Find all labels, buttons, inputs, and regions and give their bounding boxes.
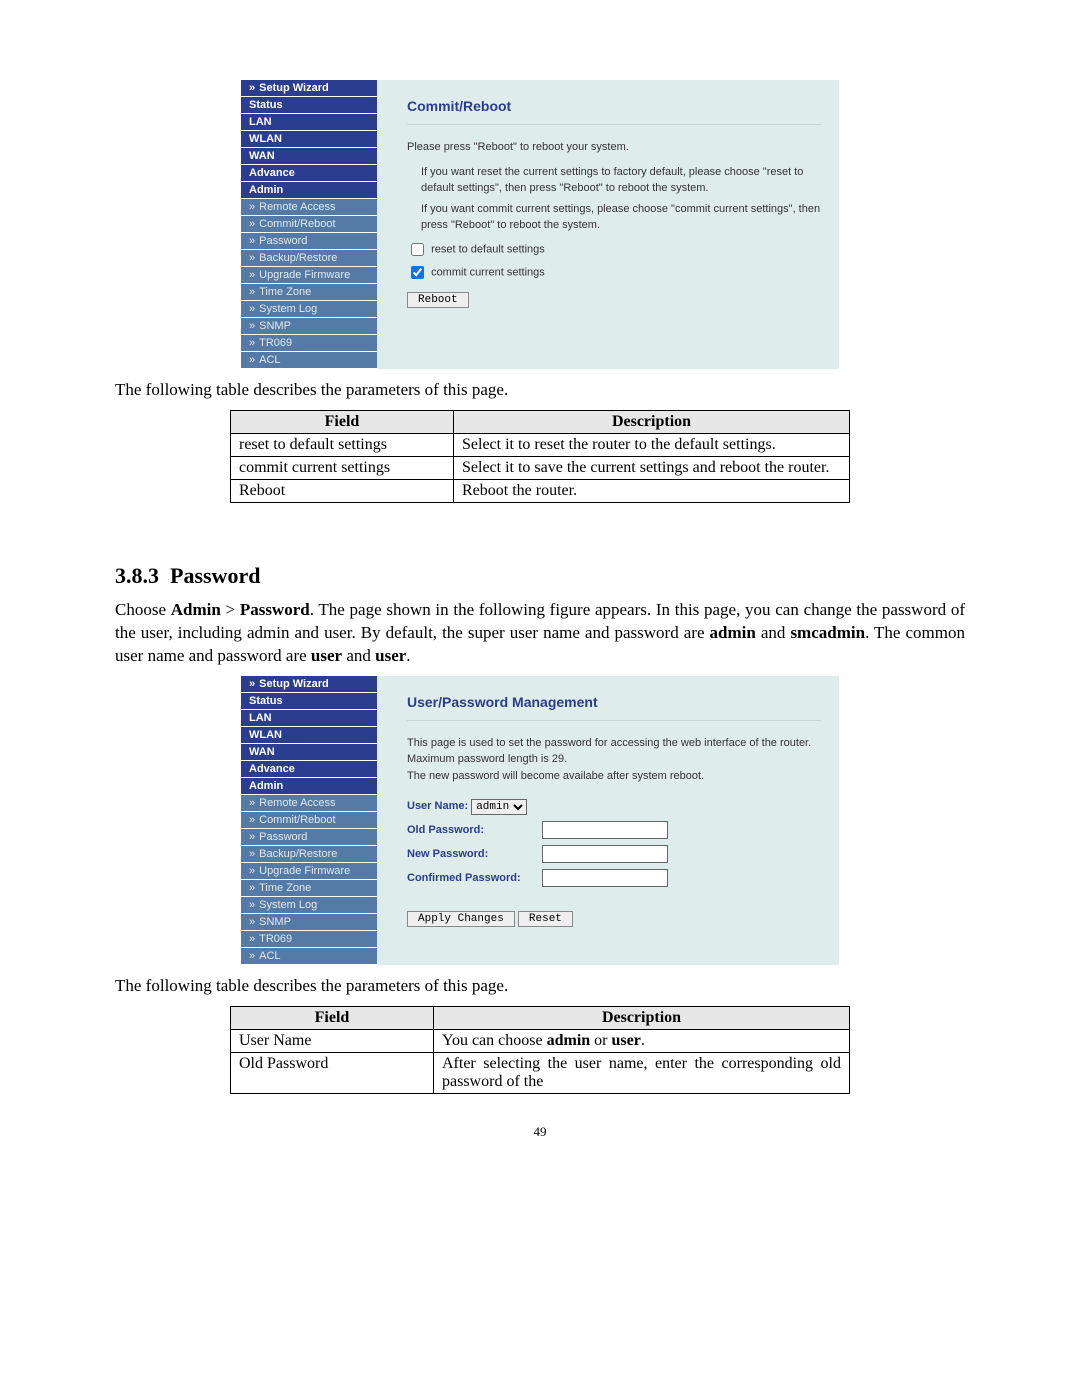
t1-r1-desc: Select it to reset the router to the def… <box>454 433 850 456</box>
sidebar2-setup-wizard[interactable]: Setup Wizard <box>241 676 377 693</box>
parameters-table-1: Field Description reset to default setti… <box>230 410 850 503</box>
figure-commit-reboot: Setup Wizard Status LAN WLAN WAN Advance… <box>241 80 839 369</box>
sidebar-wlan[interactable]: WLAN <box>241 131 377 148</box>
reset-button[interactable]: Reset <box>518 911 573 927</box>
commit-reboot-line2: If you want reset the current settings t… <box>421 164 821 197</box>
old-password-input[interactable] <box>542 821 668 839</box>
commit-current-checkbox[interactable] <box>411 266 424 279</box>
sidebar2-password[interactable]: Password <box>241 829 377 846</box>
sidebar-admin[interactable]: Admin <box>241 182 377 199</box>
reset-default-checkbox[interactable] <box>411 243 424 256</box>
t2-r1-desc: You can choose admin or user. <box>434 1029 850 1052</box>
t1-r1-field: reset to default settings <box>231 433 454 456</box>
sidebar2-wan[interactable]: WAN <box>241 744 377 761</box>
user-name-select[interactable]: admin <box>471 799 527 815</box>
sidebar-system-log[interactable]: System Log <box>241 301 377 318</box>
table2-header-desc: Description <box>434 1006 850 1029</box>
confirmed-password-label: Confirmed Password: <box>407 870 539 887</box>
parameters-table-2: Field Description User Name You can choo… <box>230 1006 850 1094</box>
sidebar2-wlan[interactable]: WLAN <box>241 727 377 744</box>
apply-changes-button[interactable]: Apply Changes <box>407 911 515 927</box>
sidebar-remote-access[interactable]: Remote Access <box>241 199 377 216</box>
sidebar-tr069[interactable]: TR069 <box>241 335 377 352</box>
sidebar-backup-restore[interactable]: Backup/Restore <box>241 250 377 267</box>
pane-title-commit-reboot: Commit/Reboot <box>407 98 821 125</box>
sidebar-lan[interactable]: LAN <box>241 114 377 131</box>
page-number: 49 <box>115 1124 965 1140</box>
sidebar2-tr069[interactable]: TR069 <box>241 931 377 948</box>
sidebar-setup-wizard[interactable]: Setup Wizard <box>241 80 377 97</box>
t1-r2-desc: Select it to save the current settings a… <box>454 456 850 479</box>
sidebar2-commit-reboot[interactable]: Commit/Reboot <box>241 812 377 829</box>
t2-r2-field: Old Password <box>231 1052 434 1093</box>
sidebar2-backup-restore[interactable]: Backup/Restore <box>241 846 377 863</box>
sidebar-acl[interactable]: ACL <box>241 352 377 369</box>
reset-default-label: reset to default settings <box>431 243 545 255</box>
commit-reboot-line3: If you want commit current settings, ple… <box>421 201 821 234</box>
table1-intro: The following table describes the parame… <box>115 379 965 402</box>
sidebar-status[interactable]: Status <box>241 97 377 114</box>
sidebar2-system-log[interactable]: System Log <box>241 897 377 914</box>
sidebar2-acl[interactable]: ACL <box>241 948 377 965</box>
sidebar-advance[interactable]: Advance <box>241 165 377 182</box>
reboot-button[interactable]: Reboot <box>407 292 469 308</box>
sidebar2-snmp[interactable]: SNMP <box>241 914 377 931</box>
password-intro-paragraph: Choose Admin > Password. The page shown … <box>115 599 965 668</box>
section-heading: 3.8.3 Password <box>115 563 965 589</box>
commit-current-label: commit current settings <box>431 266 545 278</box>
sidebar2-admin[interactable]: Admin <box>241 778 377 795</box>
pw-desc-1: This page is used to set the password fo… <box>407 735 821 752</box>
new-password-input[interactable] <box>542 845 668 863</box>
confirmed-password-input[interactable] <box>542 869 668 887</box>
sidebar2-advance[interactable]: Advance <box>241 761 377 778</box>
sidebar2-remote-access[interactable]: Remote Access <box>241 795 377 812</box>
sidebar2-status[interactable]: Status <box>241 693 377 710</box>
t1-r3-field: Reboot <box>231 479 454 502</box>
t2-r2-desc: After selecting the user name, enter the… <box>434 1052 850 1093</box>
t2-r1-field: User Name <box>231 1029 434 1052</box>
sidebar-password[interactable]: Password <box>241 233 377 250</box>
sidebar-commit-reboot[interactable]: Commit/Reboot <box>241 216 377 233</box>
pw-desc-2: Maximum password length is 29. <box>407 751 821 768</box>
pw-desc-3: The new password will become availabe af… <box>407 768 821 785</box>
t1-r3-desc: Reboot the router. <box>454 479 850 502</box>
sidebar2-lan[interactable]: LAN <box>241 710 377 727</box>
sidebar-wan[interactable]: WAN <box>241 148 377 165</box>
sidebar-upgrade-firmware[interactable]: Upgrade Firmware <box>241 267 377 284</box>
table1-header-desc: Description <box>454 410 850 433</box>
sidebar-snmp[interactable]: SNMP <box>241 318 377 335</box>
sidebar2-upgrade-firmware[interactable]: Upgrade Firmware <box>241 863 377 880</box>
old-password-label: Old Password: <box>407 822 539 839</box>
user-name-label: User Name: <box>407 798 468 815</box>
table1-header-field: Field <box>231 410 454 433</box>
sidebar2-time-zone[interactable]: Time Zone <box>241 880 377 897</box>
t1-r2-field: commit current settings <box>231 456 454 479</box>
table2-intro: The following table describes the parame… <box>115 975 965 998</box>
pane-title-password: User/Password Management <box>407 694 821 721</box>
table2-header-field: Field <box>231 1006 434 1029</box>
figure-password: Setup Wizard Status LAN WLAN WAN Advance… <box>241 676 839 965</box>
commit-reboot-line1: Please press "Reboot" to reboot your sys… <box>407 139 821 156</box>
new-password-label: New Password: <box>407 846 539 863</box>
sidebar-time-zone[interactable]: Time Zone <box>241 284 377 301</box>
